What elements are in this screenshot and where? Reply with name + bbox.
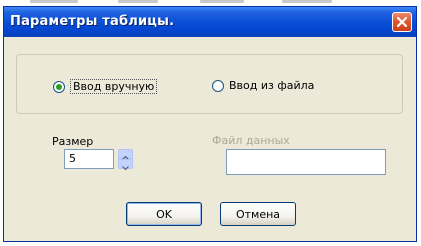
background-text-fragment bbox=[200, 0, 244, 3]
radio-button[interactable] bbox=[212, 79, 224, 92]
size-input[interactable]: 5 bbox=[64, 149, 114, 169]
radio-dot bbox=[56, 83, 62, 90]
radio-manual-input[interactable]: Ввод вручную bbox=[53, 79, 158, 94]
ok-button[interactable]: OK bbox=[126, 202, 202, 226]
cancel-button[interactable]: Отмена bbox=[220, 202, 296, 226]
radio-file-input[interactable]: Ввод из файла bbox=[212, 79, 314, 92]
spin-down-button[interactable] bbox=[118, 159, 133, 170]
window-title: Параметры таблицы. bbox=[10, 14, 175, 29]
data-file-label: Файл данных bbox=[212, 134, 290, 147]
data-file-input[interactable] bbox=[226, 149, 386, 175]
size-label: Размер bbox=[52, 135, 94, 148]
close-button[interactable] bbox=[392, 12, 412, 32]
input-mode-group: Ввод вручную Ввод из файла bbox=[16, 54, 403, 114]
table-params-dialog: Параметры таблицы. Ввод вручную Ввод из … bbox=[3, 6, 417, 242]
background-text-fragment bbox=[282, 0, 332, 3]
background-text-fragment bbox=[118, 0, 158, 3]
size-spinner[interactable] bbox=[118, 149, 133, 170]
title-bar[interactable]: Параметры таблицы. bbox=[4, 7, 416, 37]
background-text-fragment bbox=[30, 0, 78, 3]
close-icon bbox=[396, 16, 408, 28]
radio-button-selected[interactable] bbox=[53, 80, 65, 93]
chevron-down-icon bbox=[122, 155, 129, 174]
radio-file-label: Ввод из файла bbox=[229, 79, 315, 92]
radio-manual-label: Ввод вручную bbox=[70, 79, 158, 94]
